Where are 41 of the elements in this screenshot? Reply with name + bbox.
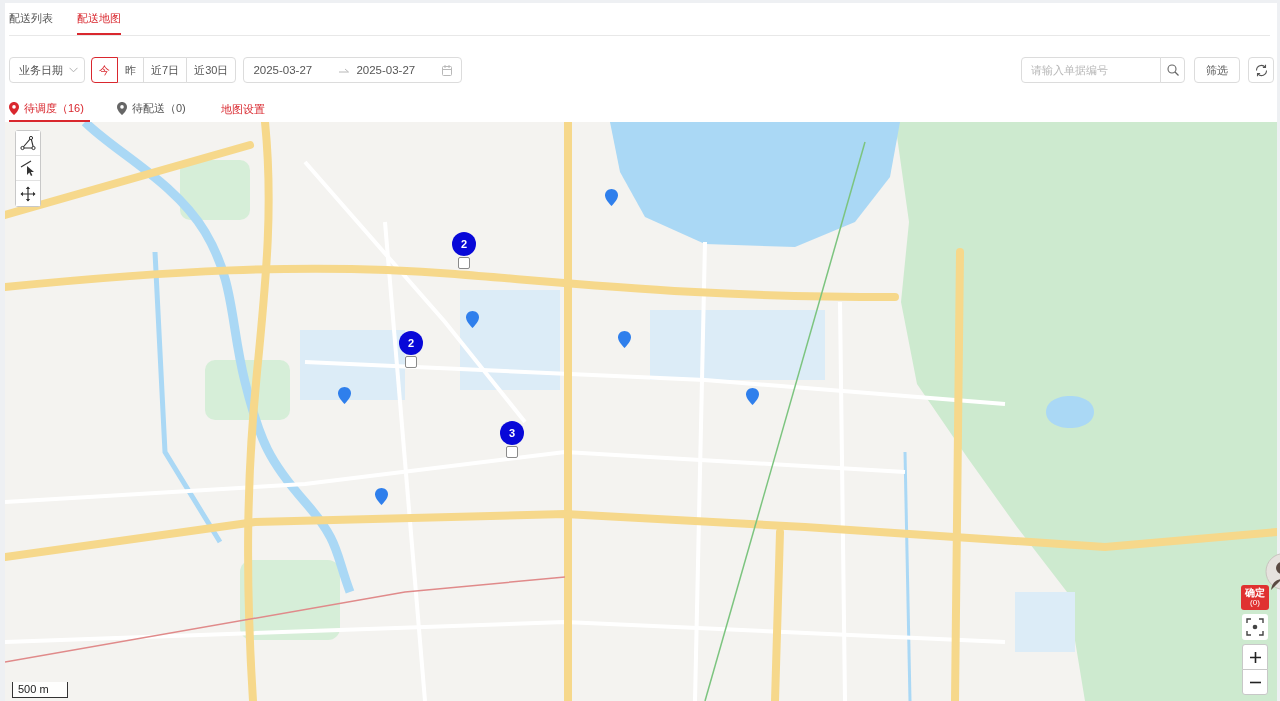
- polygon-tool-button[interactable]: [16, 131, 40, 156]
- map-settings-link[interactable]: 地图设置: [220, 97, 265, 122]
- arrow-right-icon: [339, 67, 350, 73]
- focus-icon: [1246, 618, 1264, 636]
- location-pin-icon: [9, 102, 19, 115]
- cursor-icon: [20, 160, 36, 176]
- date-range-field[interactable]: 2025-03-27 2025-03-27: [243, 57, 463, 83]
- search-icon: [1166, 64, 1179, 76]
- scale-bar: 500 m: [12, 682, 68, 698]
- map-pin-icon[interactable]: [465, 310, 479, 328]
- calendar-icon: [442, 64, 453, 76]
- map-pin-icon[interactable]: [374, 487, 388, 505]
- map-pin-icon[interactable]: [617, 330, 631, 348]
- search-button[interactable]: [1160, 57, 1185, 83]
- marker-checkbox[interactable]: [405, 356, 417, 368]
- avatar-icon[interactable]: [1265, 553, 1280, 590]
- chevron-down-icon: [69, 67, 78, 73]
- map-pin-icon[interactable]: [604, 188, 618, 206]
- status-tab[interactable]: 待配送（0): [116, 97, 192, 122]
- marker-checkbox[interactable]: [458, 257, 470, 269]
- date-type-select[interactable]: 业务日期: [9, 57, 85, 83]
- refresh-icon: [1254, 63, 1268, 77]
- location-pin-icon: [116, 102, 127, 115]
- start-date: 2025-03-27: [253, 64, 313, 76]
- view-tab[interactable]: 配送地图: [77, 3, 121, 35]
- end-date: 2025-03-27: [356, 64, 416, 76]
- map-pin-icon[interactable]: [745, 387, 759, 405]
- quick-date-tab[interactable]: 近7日: [143, 57, 188, 83]
- quick-date-tab[interactable]: 近30日: [186, 57, 237, 83]
- marker-checkbox[interactable]: [506, 446, 518, 458]
- locate-button[interactable]: [1242, 614, 1268, 640]
- quick-date-tab[interactable]: 今: [91, 57, 118, 83]
- map-pin-icon[interactable]: [337, 386, 351, 404]
- polygon-icon: [20, 135, 36, 151]
- confirm-button[interactable]: 确定 (0): [1241, 585, 1269, 610]
- move-icon: [20, 185, 36, 202]
- zoom-in-button[interactable]: [1242, 644, 1268, 670]
- refresh-button[interactable]: [1248, 57, 1274, 83]
- view-tab[interactable]: 配送列表: [9, 3, 53, 35]
- filter-button[interactable]: 筛选: [1194, 57, 1240, 83]
- plus-icon: [1249, 651, 1261, 663]
